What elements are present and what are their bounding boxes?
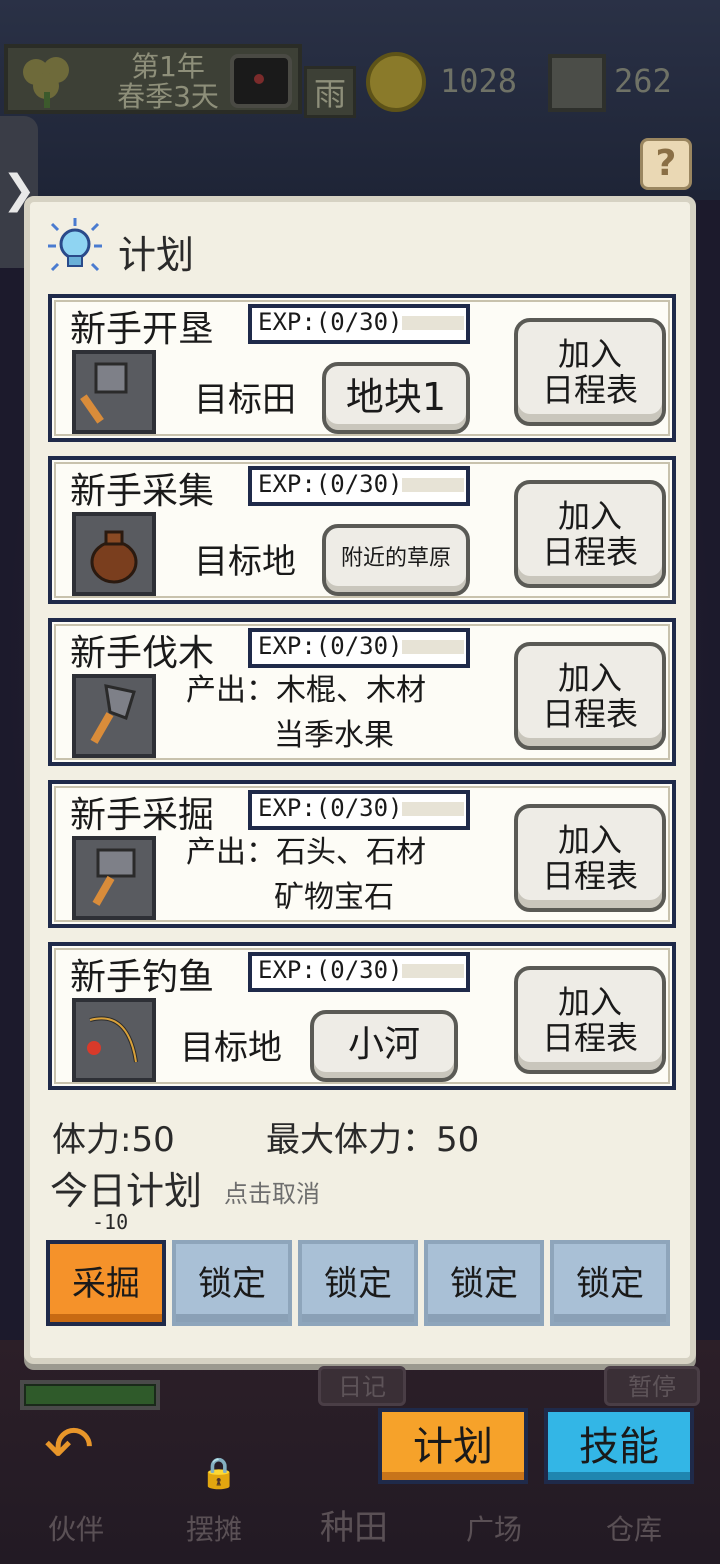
panel-title: 计划 [118, 233, 195, 277]
pause-button[interactable]: 暂停 [604, 1366, 700, 1406]
exp-text: EXP:(0/30) [258, 794, 403, 822]
plan-slot-3[interactable]: 锁定 [298, 1240, 418, 1326]
add-to-schedule-button[interactable]: 加入 日程表 [514, 318, 666, 426]
date-season-day: 春季3天 [117, 80, 219, 113]
date-panel: 第1年 春季3天 [4, 44, 302, 114]
output-text-2: 当季水果 [274, 718, 394, 753]
exp-text: EXP:(0/30) [258, 308, 403, 336]
date-year: 第1年 [131, 50, 205, 83]
cancel-hint: 点击取消 [224, 1180, 320, 1208]
plan-slot-4[interactable]: 锁定 [424, 1240, 544, 1326]
lock-icon: 🔒 [200, 1456, 238, 1491]
exp-text: EXP:(0/30) [258, 470, 403, 498]
flower-icon [23, 57, 69, 108]
fishing-rod-icon [72, 998, 156, 1082]
coin-count: 1028 [440, 62, 518, 100]
output-text-2: 矿物宝石 [274, 880, 394, 915]
lightbulb-icon [48, 218, 102, 272]
plan-button[interactable]: 计划 [378, 1408, 528, 1484]
partner-button[interactable]: 伙伴 [48, 1508, 104, 1548]
task-card-mining: 新手采掘 EXP:(0/30) 产出：石头、石材 矿物宝石 加入 日程表 [48, 780, 676, 928]
hoe-icon [72, 350, 156, 434]
undo-icon[interactable]: ↶ [44, 1418, 94, 1478]
plan-slot-1[interactable]: 采掘 [46, 1240, 166, 1326]
task-name: 新手采集 [70, 471, 215, 512]
exp-bar: EXP:(0/30) [248, 304, 470, 344]
output-text: 产出：石头、石材 [186, 835, 426, 870]
plaza-button[interactable]: 广场 [466, 1508, 522, 1548]
today-plan-title: 今日计划 [50, 1169, 203, 1213]
exp-text: EXP:(0/30) [258, 632, 403, 660]
exp-bar: EXP:(0/30) [248, 952, 470, 992]
farm-button[interactable]: 种田 [320, 1500, 388, 1549]
weather-indicator: 雨 [304, 66, 356, 118]
add-to-schedule-button[interactable]: 加入 日程表 [514, 966, 666, 1074]
target-label: 目标地 [194, 542, 296, 582]
target-location-select[interactable]: 附近的草原 [322, 524, 470, 596]
task-card-fishing: 新手钓鱼 EXP:(0/30) 目标地 小河 加入 日程表 [48, 942, 676, 1090]
max-stamina-text: 最大体力：50 [266, 1120, 480, 1160]
exp-bar: EXP:(0/30) [248, 628, 470, 668]
task-card-gather: 新手采集 EXP:(0/30) 目标地 附近的草原 加入 日程表 [48, 456, 676, 604]
date-text: 第1年 春季3天 [98, 52, 238, 112]
diary-tab[interactable]: 日记 [318, 1366, 406, 1406]
gem-icon [548, 54, 606, 112]
plan-slot-5[interactable]: 锁定 [550, 1240, 670, 1326]
task-card-reclaim: 新手开垦 EXP:(0/30) 目标田 地块1 加入 日程表 [48, 294, 676, 442]
coin-icon [366, 52, 426, 112]
task-card-logging: 新手伐木 EXP:(0/30) 产出：木棍、木材 当季水果 加入 日程表 [48, 618, 676, 766]
help-button[interactable]: ? [640, 138, 692, 190]
task-name: 新手钓鱼 [70, 957, 215, 998]
task-name: 新手伐木 [70, 633, 215, 674]
axe-icon [72, 674, 156, 758]
stamina-bar [20, 1380, 160, 1410]
exp-text: EXP:(0/30) [258, 956, 403, 984]
add-to-schedule-button[interactable]: 加入 日程表 [514, 480, 666, 588]
add-to-schedule-button[interactable]: 加入 日程表 [514, 642, 666, 750]
stall-button[interactable]: 摆摊 [186, 1508, 242, 1548]
exp-bar: EXP:(0/30) [248, 466, 470, 506]
exp-bar: EXP:(0/30) [248, 790, 470, 830]
clock-icon [230, 54, 292, 108]
hammer-icon [72, 836, 156, 920]
stamina-cost: -10 [92, 1210, 129, 1234]
plan-panel: 计划 新手开垦 EXP:(0/30) 目标田 地块1 加入 日程表 新手采集 E… [24, 196, 696, 1364]
warehouse-button[interactable]: 仓库 [606, 1508, 662, 1548]
task-name: 新手开垦 [70, 309, 215, 350]
plan-slot-2[interactable]: 锁定 [172, 1240, 292, 1326]
task-name: 新手采掘 [70, 795, 215, 836]
sack-icon [72, 512, 156, 596]
target-field-select[interactable]: 地块1 [322, 362, 470, 434]
target-label: 目标田 [194, 380, 296, 420]
gem-count: 262 [614, 62, 672, 100]
output-text: 产出：木棍、木材 [186, 673, 426, 708]
add-to-schedule-button[interactable]: 加入 日程表 [514, 804, 666, 912]
stamina-text: 体力:50 [52, 1120, 175, 1160]
skill-button[interactable]: 技能 [544, 1408, 694, 1484]
target-label: 目标地 [180, 1028, 282, 1068]
target-location-select[interactable]: 小河 [310, 1010, 458, 1082]
